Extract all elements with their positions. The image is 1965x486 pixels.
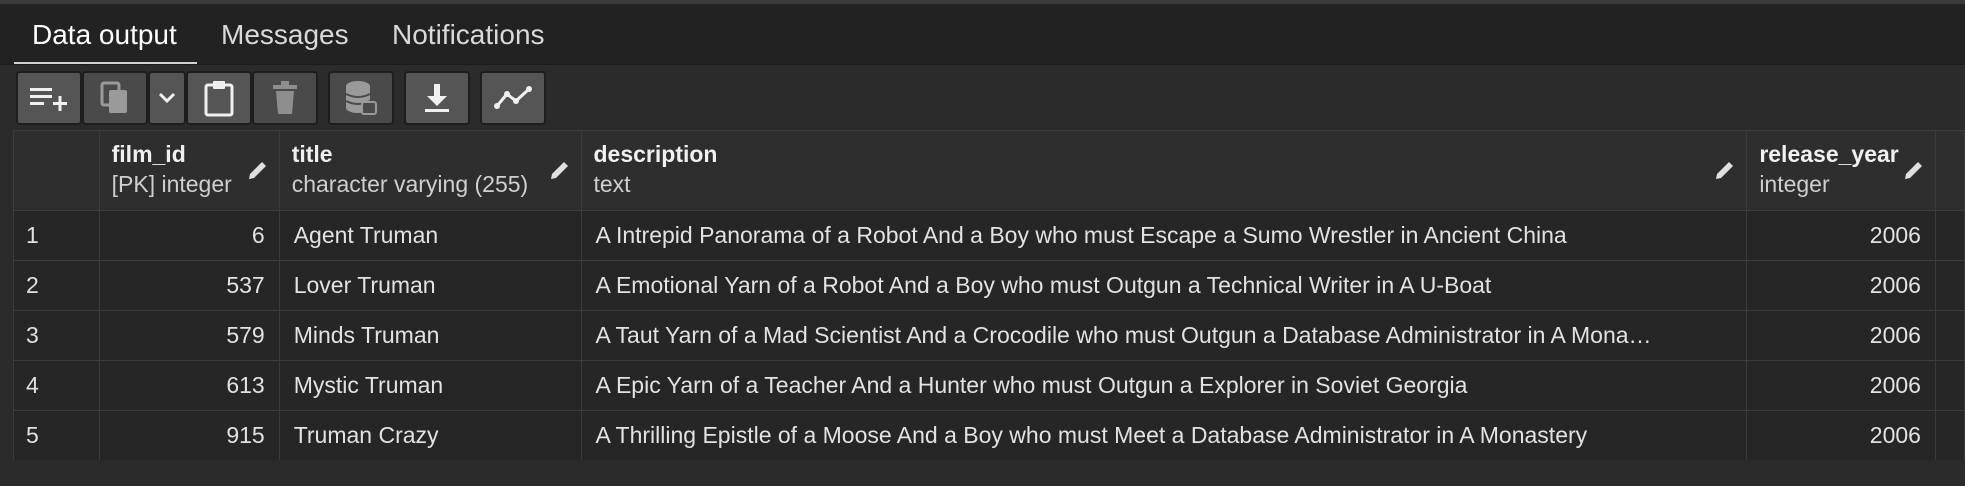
cell-overflow	[1934, 310, 1965, 361]
add-row-button[interactable]	[16, 71, 82, 125]
cell-overflow	[1934, 410, 1965, 461]
cell-film-id[interactable]: 537	[98, 260, 280, 311]
row-number[interactable]: 5	[13, 410, 100, 461]
table-row[interactable]: 5 915 Truman Crazy A Thrilling Epistle o…	[13, 410, 1965, 461]
column-header-release-year[interactable]: release_year integer	[1746, 130, 1936, 211]
cell-description[interactable]: A Taut Yarn of a Mad Scientist And a Cro…	[580, 310, 1748, 361]
table-row[interactable]: 3 579 Minds Truman A Taut Yarn of a Mad …	[13, 310, 1965, 361]
row-number[interactable]: 4	[13, 360, 100, 411]
table-row[interactable]: 4 613 Mystic Truman A Epic Yarn of a Tea…	[13, 360, 1965, 411]
trash-icon	[273, 81, 297, 114]
cell-title[interactable]: Mystic Truman	[278, 360, 582, 411]
result-table: film_id [PK] integer title character var…	[13, 130, 1965, 461]
column-name: film_id	[111, 141, 186, 167]
cell-release-year[interactable]: 2006	[1746, 410, 1936, 461]
copy-button[interactable]	[82, 71, 148, 125]
cell-film-id[interactable]: 579	[98, 310, 280, 361]
cell-film-id[interactable]: 6	[98, 210, 280, 261]
graph-icon	[494, 86, 532, 109]
result-tabbar: Data output Messages Notifications	[0, 0, 1965, 66]
paste-icon	[204, 81, 234, 117]
tab-messages[interactable]: Messages	[201, 12, 369, 66]
cell-release-year[interactable]: 2006	[1746, 210, 1936, 261]
table-row[interactable]: 2 537 Lover Truman A Emotional Yarn of a…	[13, 260, 1965, 311]
graph-visualiser-button[interactable]	[480, 71, 546, 125]
save-data-button[interactable]	[328, 71, 394, 125]
cell-title[interactable]: Truman Crazy	[278, 410, 582, 461]
data-grid: film_id [PK] integer title character var…	[13, 130, 1965, 461]
row-number-header[interactable]	[13, 130, 100, 211]
cell-release-year[interactable]: 2006	[1746, 360, 1936, 411]
pencil-icon[interactable]	[247, 159, 269, 181]
cell-title[interactable]: Minds Truman	[278, 310, 582, 361]
paste-button[interactable]	[186, 71, 252, 125]
cell-film-id[interactable]: 915	[98, 410, 280, 461]
column-header-overflow[interactable]	[1934, 130, 1965, 211]
query-result-panel: Data output Messages Notifications film_…	[0, 0, 1965, 486]
cell-release-year[interactable]: 2006	[1746, 260, 1936, 311]
table-row[interactable]: 1 6 Agent Truman A Intrepid Panorama of …	[13, 210, 1965, 261]
cell-release-year[interactable]: 2006	[1746, 310, 1936, 361]
row-number[interactable]: 2	[13, 260, 100, 311]
grid-footer-area	[0, 460, 1965, 486]
column-header-film-id[interactable]: film_id [PK] integer	[98, 130, 280, 211]
cell-description[interactable]: A Epic Yarn of a Teacher And a Hunter wh…	[580, 360, 1748, 411]
column-type: character varying (255)	[291, 171, 529, 197]
column-type: integer	[1759, 171, 1830, 197]
pencil-icon[interactable]	[1714, 159, 1736, 181]
tab-notifications[interactable]: Notifications	[372, 12, 565, 66]
pencil-icon[interactable]	[549, 159, 571, 181]
copy-icon	[100, 81, 127, 113]
header-row: film_id [PK] integer title character var…	[13, 130, 1965, 211]
chevron-down-icon	[158, 92, 176, 104]
data-toolbar	[0, 64, 1965, 130]
delete-row-button[interactable]	[252, 71, 318, 125]
column-header-description[interactable]: description text	[580, 130, 1748, 211]
cell-overflow	[1934, 210, 1965, 261]
cell-description[interactable]: A Thrilling Epistle of a Moose And a Boy…	[580, 410, 1748, 461]
pencil-icon[interactable]	[1903, 159, 1925, 181]
download-icon	[425, 84, 449, 112]
save-data-icon	[345, 81, 377, 115]
cell-description[interactable]: A Intrepid Panorama of a Robot And a Boy…	[580, 210, 1748, 261]
column-name: description	[593, 141, 718, 167]
column-name: release_year	[1759, 141, 1899, 167]
cell-overflow	[1934, 260, 1965, 311]
add-row-icon	[30, 88, 67, 111]
cell-overflow	[1934, 360, 1965, 411]
column-header-title[interactable]: title character varying (255)	[278, 130, 582, 211]
column-type: [PK] integer	[111, 171, 232, 197]
cell-title[interactable]: Agent Truman	[278, 210, 582, 261]
row-number[interactable]: 1	[13, 210, 100, 261]
tab-data-output[interactable]: Data output	[12, 12, 197, 66]
cell-film-id[interactable]: 613	[98, 360, 280, 411]
row-number[interactable]: 3	[13, 310, 100, 361]
copy-options-dropdown[interactable]	[148, 71, 186, 125]
column-type: text	[593, 171, 631, 197]
download-button[interactable]	[404, 71, 470, 125]
cell-title[interactable]: Lover Truman	[278, 260, 582, 311]
column-name: title	[291, 141, 333, 167]
cell-description[interactable]: A Emotional Yarn of a Robot And a Boy wh…	[580, 260, 1748, 311]
